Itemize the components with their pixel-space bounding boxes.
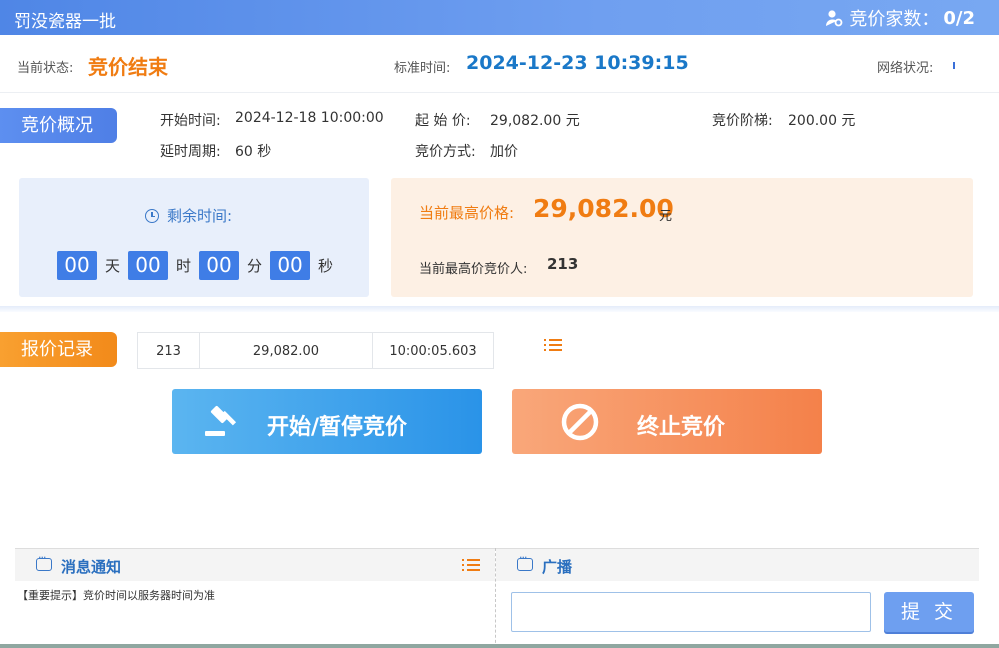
record-price: 29,082.00 [199, 332, 373, 369]
overview-tag: 竞价概况 [0, 108, 117, 143]
countdown-seconds: 00 [270, 251, 311, 280]
messages-panel-header: 消息通知 [15, 548, 495, 581]
record-time: 10:00:05.603 [372, 332, 494, 369]
state-label: 当前状态: [17, 61, 74, 76]
messages-title: 消息通知 [61, 558, 122, 576]
page-title: 罚没瓷器一批 [14, 12, 116, 32]
broadcast-title: 广播 [542, 558, 573, 576]
start-price-value: 29,082.00 元 [490, 113, 580, 129]
countdown-hours: 00 [128, 251, 169, 280]
highest-price-value: 29,082.00 [533, 194, 674, 223]
start-price-label: 起 始 价: [415, 113, 471, 129]
bid-mode-label: 竞价方式: [415, 144, 476, 160]
message-icon [36, 551, 52, 571]
countdown-minutes: 00 [199, 251, 240, 280]
countdown-days: 00 [57, 251, 97, 280]
bidder-count-label: 竞价家数： [849, 9, 940, 30]
start-pause-bid-label: 开始/暂停竞价 [267, 415, 408, 440]
submit-button[interactable]: 提 交 [884, 592, 974, 632]
stop-bid-label: 终止竞价 [637, 415, 726, 440]
broadcast-panel-header: 广播 [496, 548, 979, 581]
highest-bidder-value: 213 [547, 255, 579, 273]
countdown-label: 剩余时间: [167, 207, 233, 225]
countdown-row: 00 天 00 时 00 分 00 秒 [57, 251, 341, 280]
state-value: 竞价结束 [88, 55, 168, 79]
standard-time-value: 2024-12-23 10:39:15 [466, 52, 689, 74]
highest-bidder-label: 当前最高价竞价人: [419, 262, 528, 277]
records-list-icon[interactable] [544, 339, 562, 351]
standard-time-label: 标准时间: [394, 61, 451, 76]
countdown-header: 剩余时间: [145, 205, 232, 226]
broadcast-input[interactable] [511, 592, 871, 632]
countdown-panel: 剩余时间: 00 天 00 时 00 分 00 秒 [19, 178, 369, 297]
gavel-icon [205, 404, 243, 444]
delay-period-label: 延时周期: [160, 144, 221, 160]
delay-period-value: 60 秒 [235, 144, 272, 160]
start-time-value: 2024-12-18 10:00:00 [235, 110, 384, 126]
record-bidder: 213 [137, 332, 200, 369]
bid-step-label: 竞价阶梯: [712, 113, 773, 129]
days-unit: 天 [105, 257, 121, 275]
start-time-label: 开始时间: [160, 113, 221, 129]
user-gear-icon [825, 9, 843, 27]
title-bar: 罚没瓷器一批 竞价家数： 0/2 [0, 0, 999, 35]
stop-bid-button[interactable]: 终止竞价 [512, 389, 822, 454]
hours-unit: 时 [176, 257, 192, 275]
important-notice: 【重要提示】竞价时间以服务器时间为准 [17, 589, 215, 602]
highest-price-panel: 当前最高价格: 29,082.00 元 当前最高价竞价人: 213 [391, 178, 973, 297]
network-signal-icon [953, 62, 955, 69]
messages-list-icon[interactable] [462, 559, 480, 571]
network-label: 网络状况: [877, 61, 934, 76]
status-bar: 当前状态: 竞价结束 标准时间: 2024-12-23 10:39:15 网络状… [0, 35, 999, 93]
records-tag: 报价记录 [0, 332, 117, 367]
bidder-count-value: 0/2 [943, 7, 975, 29]
bid-step-value: 200.00 元 [788, 113, 856, 129]
forbidden-icon [560, 402, 600, 448]
section-divider [0, 306, 999, 312]
broadcast-icon [517, 551, 533, 571]
start-pause-bid-button[interactable]: 开始/暂停竞价 [172, 389, 482, 454]
highest-price-unit: 元 [659, 209, 673, 224]
clock-icon [145, 208, 159, 223]
highest-price-label: 当前最高价格: [419, 204, 515, 222]
seconds-unit: 秒 [318, 257, 334, 275]
bidder-count: 竞价家数： 0/2 [825, 5, 975, 31]
bid-mode-value: 加价 [490, 144, 518, 160]
bottom-border [0, 644, 999, 648]
minutes-unit: 分 [247, 257, 263, 275]
